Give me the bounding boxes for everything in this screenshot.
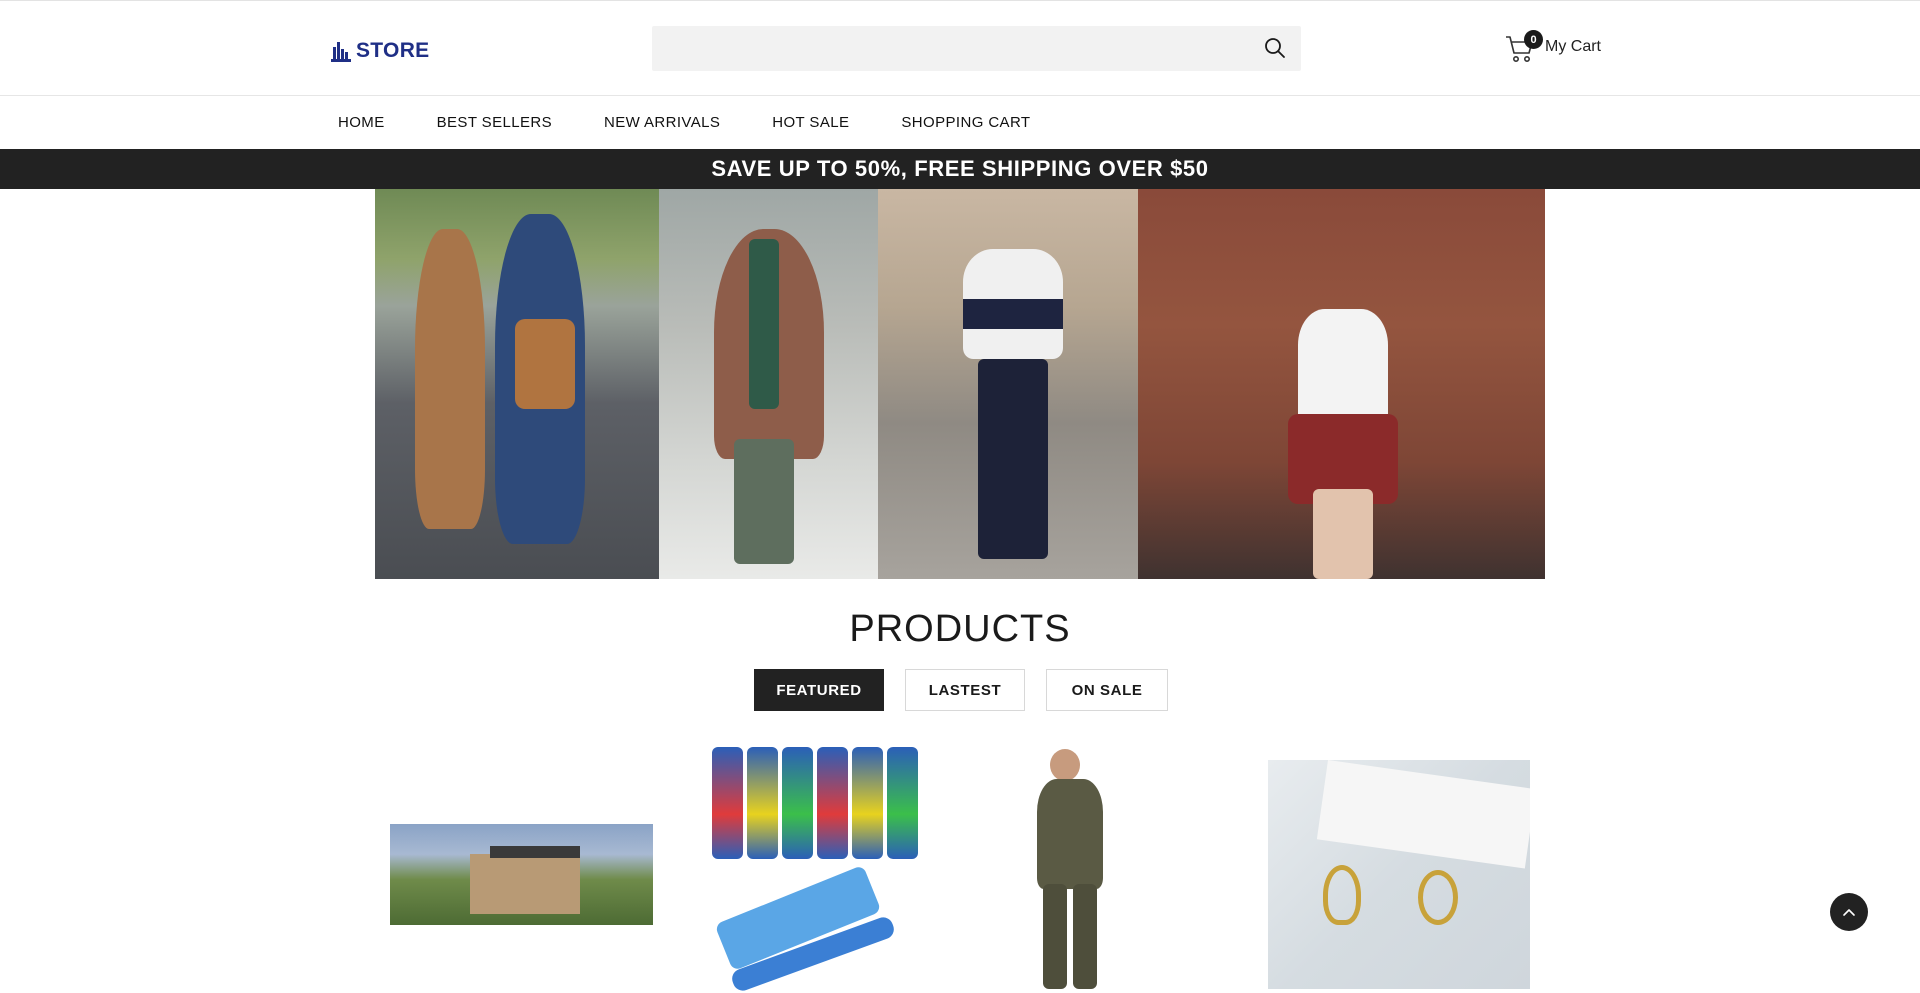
- search-bar: [652, 26, 1301, 71]
- product-tabs: FEATURED LASTEST ON SALE: [754, 669, 1168, 711]
- products-heading: PRODUCTS: [849, 608, 1071, 650]
- site-header: STORE 0 My Cart: [0, 1, 1920, 96]
- nav-item-best-sellers[interactable]: BEST SELLERS: [437, 114, 552, 131]
- nav-item-hot-sale[interactable]: HOT SALE: [772, 114, 849, 131]
- store-logo-icon: [331, 42, 351, 62]
- banner-photo-plaid-skirt: [1138, 189, 1545, 579]
- product-image-music-cufflinks[interactable]: [1268, 760, 1530, 989]
- banner-photo-striped-tee: [878, 189, 1138, 579]
- cart-icon-wrap: 0: [1505, 30, 1543, 64]
- cart-count-badge: 0: [1524, 30, 1543, 49]
- store-logo[interactable]: STORE: [330, 37, 429, 65]
- product-image-modern-house[interactable]: [390, 824, 653, 925]
- tab-featured[interactable]: FEATURED: [754, 669, 884, 711]
- nav-item-shopping-cart[interactable]: SHOPPING CART: [901, 114, 1030, 131]
- store-logo-text: STORE: [356, 39, 430, 62]
- tab-lastest[interactable]: LASTEST: [905, 669, 1025, 711]
- nav-item-home[interactable]: HOME: [338, 114, 385, 131]
- product-image-camo-wetsuit[interactable]: [1015, 749, 1125, 993]
- banner-photo-street-walk: [375, 189, 659, 579]
- promo-text: SAVE UP TO 50%, FREE SHIPPING OVER $50: [711, 156, 1209, 181]
- search-input[interactable]: [652, 26, 1252, 71]
- product-image-invisible-ink-pens[interactable]: [708, 743, 922, 993]
- chevron-up-icon: [1843, 909, 1855, 916]
- scroll-to-top-button[interactable]: [1830, 893, 1868, 931]
- nav-item-new-arrivals[interactable]: NEW ARRIVALS: [604, 114, 720, 131]
- search-button[interactable]: [1263, 37, 1287, 61]
- cart-label: My Cart: [1545, 38, 1601, 55]
- main-nav-items: HOME BEST SELLERS NEW ARRIVALS HOT SALE …: [338, 96, 1083, 149]
- hero-banner[interactable]: [375, 189, 1545, 579]
- banner-photo-plaid-poncho: [659, 189, 878, 579]
- tab-on-sale[interactable]: ON SALE: [1046, 669, 1168, 711]
- main-nav: HOME BEST SELLERS NEW ARRIVALS HOT SALE …: [0, 96, 1920, 149]
- promo-bar: SAVE UP TO 50%, FREE SHIPPING OVER $50: [0, 149, 1920, 189]
- cart-button[interactable]: 0 My Cart: [1505, 27, 1601, 67]
- product-grid: [375, 733, 1545, 993]
- search-icon: [1265, 38, 1285, 58]
